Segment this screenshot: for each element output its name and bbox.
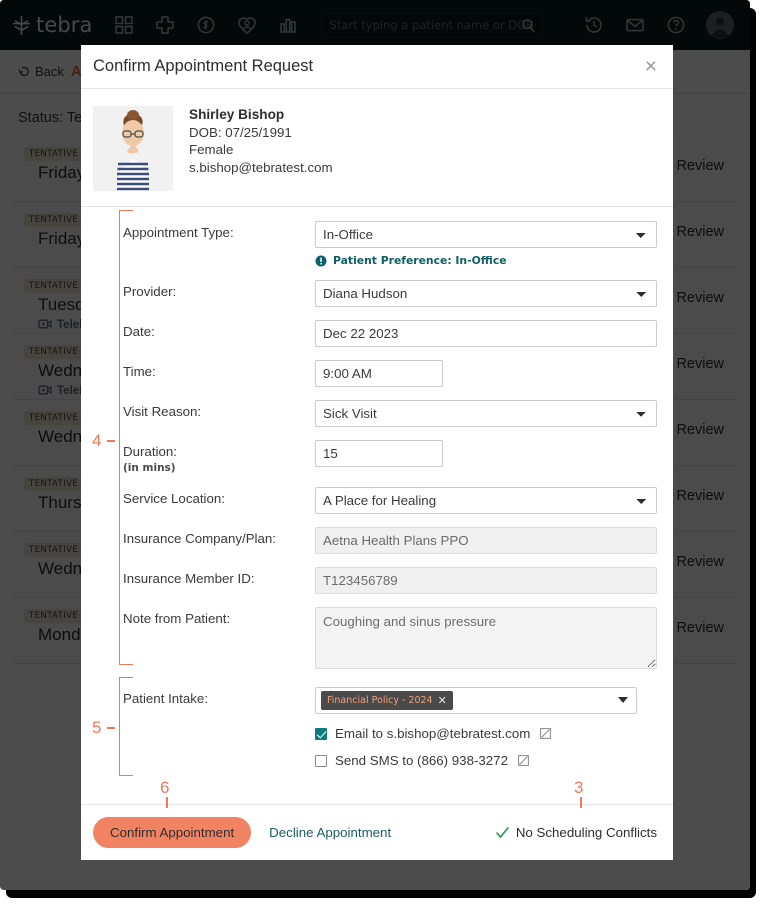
page-title: Confirm Appointment Request xyxy=(93,57,314,75)
edit-pencil-icon[interactable] xyxy=(540,728,552,739)
duration-label: Duration: (in mins) xyxy=(123,440,315,474)
visit-reason-label: Visit Reason: xyxy=(123,404,202,419)
provider-label: Provider: xyxy=(123,284,177,299)
check-icon xyxy=(495,826,509,839)
patient-gender: Female xyxy=(189,142,234,158)
patient-dob: DOB: 07/25/1991 xyxy=(189,124,292,140)
patient-details: Shirley Bishop DOB: 07/25/1991 Female s.… xyxy=(189,106,333,191)
service-location-label: Service Location: xyxy=(123,491,225,506)
confirm-appointment-button[interactable]: Confirm Appointment xyxy=(93,817,252,848)
email-checkbox[interactable] xyxy=(315,727,327,740)
patient-preference-text: Patient Preference: In-Office xyxy=(333,254,507,267)
field-insurance-plan: Insurance Company/Plan: xyxy=(123,527,657,554)
scheduling-conflicts-label: No Scheduling Conflicts xyxy=(515,825,657,840)
note-from-patient-label: Note from Patient: xyxy=(123,611,231,626)
intake-sms-option[interactable]: Send SMS to (866) 938-3272 xyxy=(315,753,637,768)
field-time: Time: xyxy=(123,360,657,387)
field-duration: Duration: (in mins) xyxy=(123,440,657,474)
scheduling-conflicts-status: No Scheduling Conflicts xyxy=(495,825,657,840)
time-input[interactable] xyxy=(315,360,443,387)
field-patient-intake: Patient Intake: Financial Policy - 2024 … xyxy=(123,687,657,768)
patient-email: s.bishop@tebratest.com xyxy=(189,159,333,175)
decline-appointment-button[interactable]: Decline Appointment xyxy=(263,824,397,841)
time-label: Time: xyxy=(123,364,156,379)
modal-header: Confirm Appointment Request × xyxy=(81,45,673,89)
intake-email-option[interactable]: Email to s.bishop@tebratest.com xyxy=(315,726,637,741)
insurance-plan-input xyxy=(315,527,657,554)
info-icon xyxy=(315,255,327,266)
duration-input[interactable] xyxy=(315,440,443,467)
edit-pencil-icon[interactable] xyxy=(518,755,529,766)
close-icon[interactable]: × xyxy=(645,56,657,77)
intake-form-tag-label: Financial Policy - 2024 xyxy=(327,695,433,706)
patient-summary: Shirley Bishop DOB: 07/25/1991 Female s.… xyxy=(81,89,673,207)
date-label: Date: xyxy=(123,324,155,339)
field-provider: Provider: Diana Hudson xyxy=(123,280,657,307)
remove-tag-icon[interactable]: ✕ xyxy=(438,694,447,707)
service-location-select[interactable]: A Place for Healing xyxy=(315,487,657,514)
duration-units-hint: (in mins) xyxy=(123,462,176,474)
sms-option-label: Send SMS to (866) 938-3272 xyxy=(335,753,508,768)
confirm-appointment-modal: Confirm Appointment Request × Shirley Bi… xyxy=(81,45,673,860)
email-option-label: Email to s.bishop@tebratest.com xyxy=(335,726,531,741)
insurance-member-id-label: Insurance Member ID: xyxy=(123,571,255,586)
screenshot-root: tebra xyxy=(0,0,765,910)
field-appointment-type: Appointment Type: In-Office Patient Pref… xyxy=(123,221,657,267)
field-insurance-member-id: Insurance Member ID: xyxy=(123,567,657,594)
chevron-down-icon[interactable] xyxy=(618,697,628,703)
note-from-patient-textarea[interactable]: Coughing and sinus pressure xyxy=(315,607,657,669)
patient-name: Shirley Bishop xyxy=(189,107,285,122)
patient-portrait xyxy=(93,106,173,191)
field-note-from-patient: Note from Patient: Coughing and sinus pr… xyxy=(123,607,657,674)
field-service-location: Service Location: A Place for Healing xyxy=(123,487,657,514)
application-window: tebra xyxy=(0,0,750,890)
field-visit-reason: Visit Reason: Sick Visit xyxy=(123,400,657,427)
sms-checkbox[interactable] xyxy=(315,754,327,767)
patient-photo xyxy=(93,106,173,191)
patient-intake-label: Patient Intake: xyxy=(123,691,209,706)
date-input[interactable] xyxy=(315,320,657,347)
patient-preference-note: Patient Preference: In-Office xyxy=(315,254,657,267)
appointment-type-label: Appointment Type: xyxy=(123,225,234,240)
insurance-member-id-input xyxy=(315,567,657,594)
intake-form-tag[interactable]: Financial Policy - 2024 ✕ xyxy=(321,691,453,710)
insurance-plan-label: Insurance Company/Plan: xyxy=(123,531,276,546)
visit-reason-select[interactable]: Sick Visit xyxy=(315,400,657,427)
provider-select[interactable]: Diana Hudson xyxy=(315,280,657,307)
patient-intake-multiselect[interactable]: Financial Policy - 2024 ✕ xyxy=(315,687,637,714)
field-date: Date: xyxy=(123,320,657,347)
appointment-form: Appointment Type: In-Office Patient Pref… xyxy=(81,207,673,804)
appointment-type-select[interactable]: In-Office xyxy=(315,221,657,248)
modal-footer: Confirm Appointment Decline Appointment … xyxy=(81,804,673,860)
duration-label-text: Duration: xyxy=(123,444,177,459)
